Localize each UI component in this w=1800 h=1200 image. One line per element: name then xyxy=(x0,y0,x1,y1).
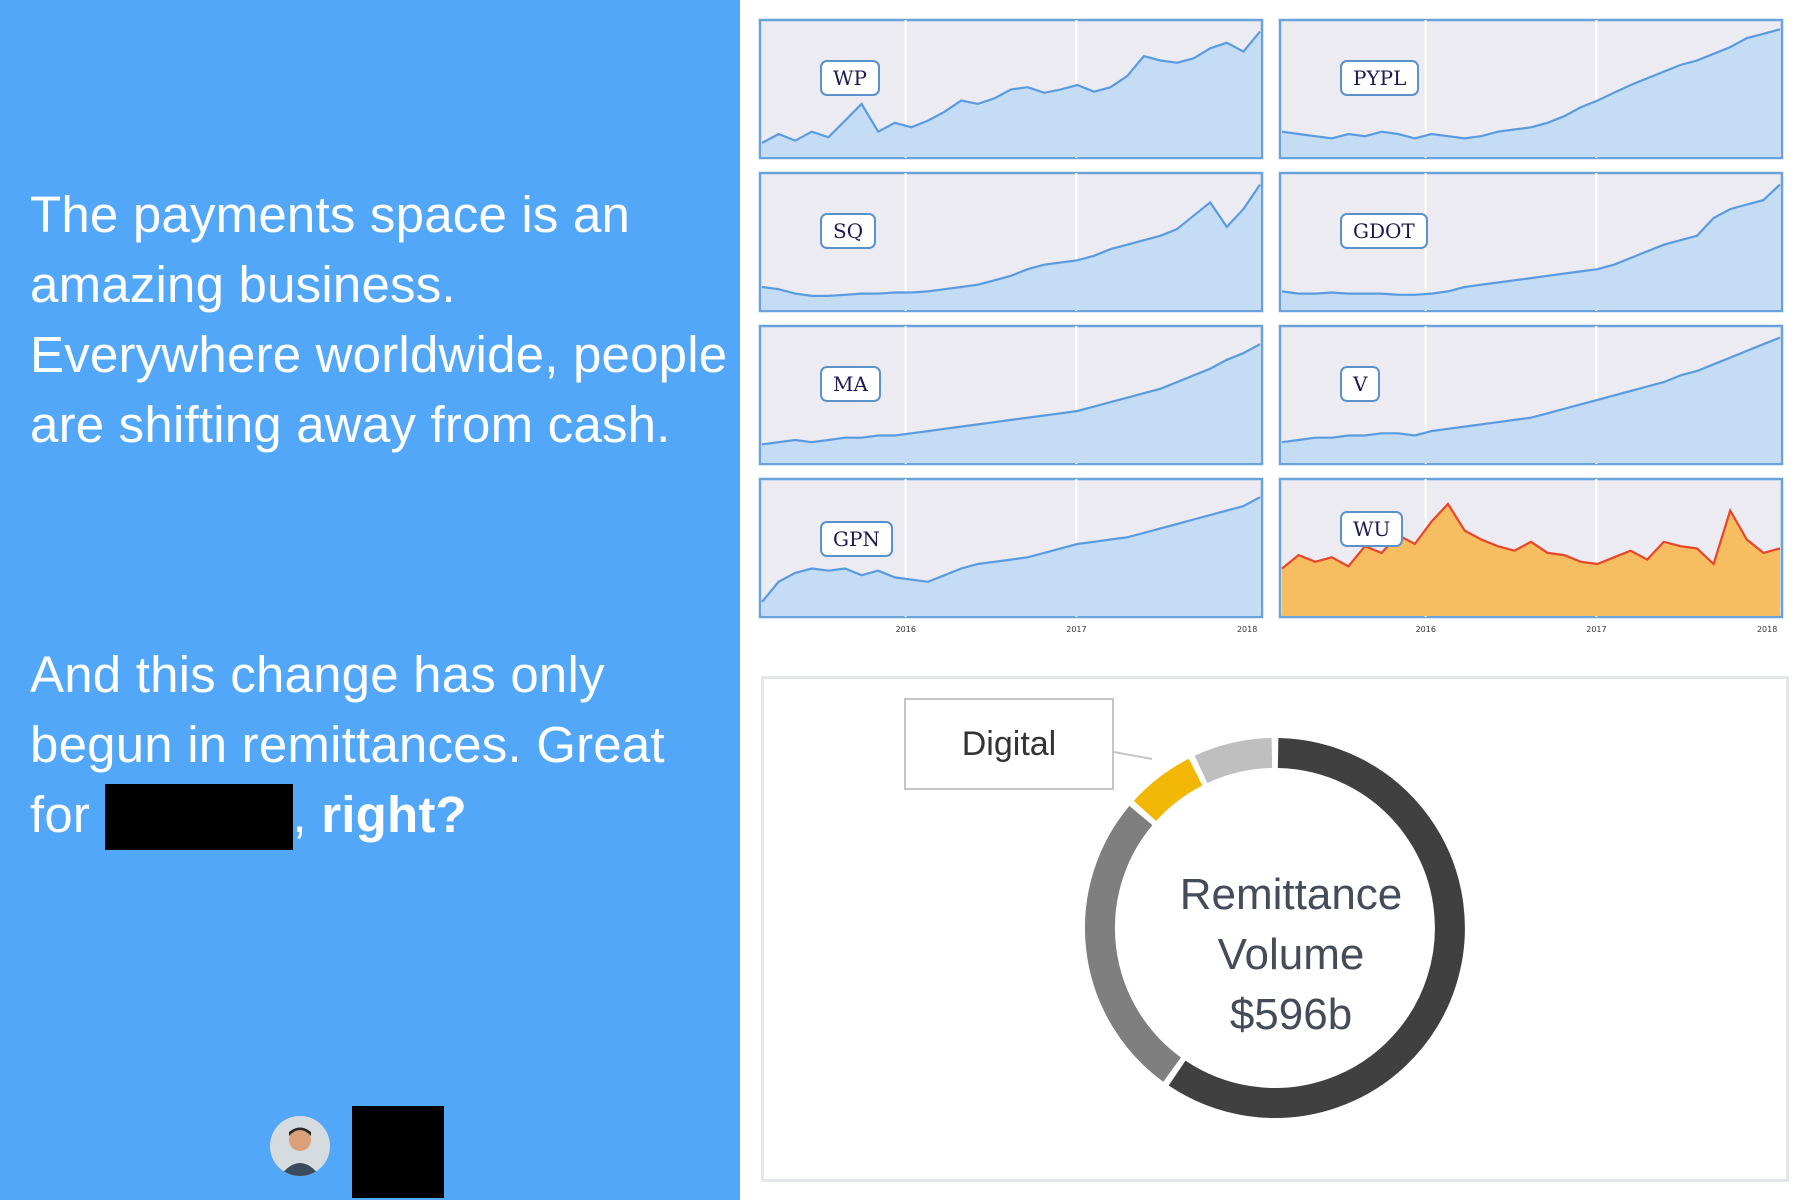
left-panel: The payments space is an amazing busines… xyxy=(0,0,740,1200)
ticker-badge-v: V xyxy=(1340,366,1381,402)
axis-tick-label: 2018 xyxy=(1236,625,1258,634)
person-icon xyxy=(270,1116,330,1176)
remittance-line: And this change has only begun in remitt… xyxy=(30,646,605,773)
ticker-badge-gdot: GDOT xyxy=(1340,213,1428,249)
digital-callout: Digital xyxy=(904,698,1114,790)
sparkline-v: V xyxy=(1278,324,1784,466)
sparkline-ma: MA xyxy=(758,324,1264,466)
axis-tick-label: 2016 xyxy=(1415,625,1436,634)
ticker-badge-pypl: PYPL xyxy=(1340,60,1420,96)
remittance-paragraph: And this change has only begun in remitt… xyxy=(30,640,730,850)
donut-center-title: Remittance xyxy=(1179,870,1403,919)
headline-paragraph: The payments space is an amazing busines… xyxy=(30,186,728,453)
sparkline-gpn: GPN 2016 2017 2018 xyxy=(758,477,1264,634)
right-question: right? xyxy=(306,786,467,843)
ticker-badge-wu: WU xyxy=(1340,511,1404,547)
ticker-badge-sq: SQ xyxy=(820,213,877,249)
donut-center-subtitle: Volume xyxy=(1217,930,1365,979)
sparkline-wu: WU 2016 2017 2018 xyxy=(1278,477,1784,634)
comma-text: , xyxy=(292,786,307,843)
axis-tick-label: 2017 xyxy=(1066,625,1087,634)
sparkline-wp: WP xyxy=(758,18,1264,160)
redacted-box xyxy=(104,784,293,850)
redacted-logo xyxy=(352,1106,444,1198)
sparkline-gdot: GDOT xyxy=(1278,171,1784,313)
sparkline-pypl: PYPL xyxy=(1278,18,1784,160)
axis-tick-label: 2017 xyxy=(1586,625,1607,634)
donut-center-value: $596b xyxy=(1229,990,1353,1039)
sparkline-sq: SQ xyxy=(758,171,1264,313)
ticker-badge-wp: WP xyxy=(820,60,881,96)
ticker-badge-gpn: GPN xyxy=(820,521,893,557)
avatar xyxy=(270,1116,330,1176)
axis-tick-label: 2018 xyxy=(1756,625,1778,634)
axis-tick-label: 2016 xyxy=(895,625,916,634)
ticker-badge-ma: MA xyxy=(820,366,881,402)
